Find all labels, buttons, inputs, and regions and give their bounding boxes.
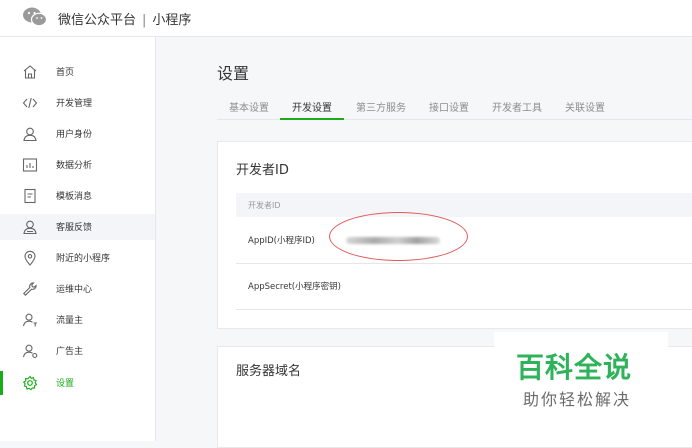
sidebar-item-dev-management[interactable]: 开发管理 [0, 90, 155, 116]
sidebar-item-label: 首页 [56, 68, 75, 78]
sidebar-item-settings[interactable]: 设置 [0, 370, 155, 396]
sidebar-item-label: 广告主 [56, 347, 84, 357]
sidebar-item-advertiser[interactable]: 广告主 [0, 338, 155, 364]
card-title: 服务器域名 [236, 364, 302, 379]
sidebar-item-label: 设置 [56, 379, 75, 389]
sidebar-item-label: 运维中心 [56, 285, 93, 295]
brand-name: 微信公众平台 [58, 13, 137, 28]
sidebar-item-ops-center[interactable]: 运维中心 [0, 276, 155, 302]
watermark-sub-text: 助你轻松解决 [523, 390, 632, 409]
tab-basic-settings[interactable]: 基本设置 [229, 99, 269, 114]
watermark: 百科全说 助你轻松解决 [494, 332, 668, 422]
sidebar-item-home[interactable]: 首页 [0, 59, 155, 85]
sidebar-item-label: 用户身份 [56, 130, 93, 140]
sidebar-item-label: 附近的小程序 [56, 254, 111, 264]
tab-interface-settings[interactable]: 接口设置 [429, 99, 469, 114]
customer-service-icon [23, 220, 37, 235]
product-name: 小程序 [152, 13, 192, 28]
appsecret-label: AppSecret(小程序密钥) [248, 282, 341, 292]
sidebar-item-traffic-owner[interactable]: 流量主 [0, 307, 155, 333]
table-row-appsecret: AppSecret(小程序密钥) [236, 263, 692, 310]
sidebar-item-data-analysis[interactable]: 数据分析 [0, 152, 155, 178]
code-icon [22, 97, 38, 109]
active-tab-indicator [280, 118, 344, 120]
sidebar-item-template-message[interactable]: 模板消息 [0, 183, 155, 209]
settings-tabs: 基本设置 开发设置 第三方服务 接口设置 开发者工具 关联设置 [217, 95, 692, 120]
sidebar-item-nearby-miniprogram[interactable]: 附近的小程序 [0, 245, 155, 271]
brand-separator: | [142, 13, 147, 28]
location-icon [24, 250, 36, 266]
sidebar: 首页 开发管理 用户身份 数据分析 模板消息 客服反馈 附近的小程序 运维中心 … [0, 37, 156, 441]
advertiser-icon [22, 344, 38, 359]
tab-developer-tools[interactable]: 开发者工具 [492, 99, 542, 114]
sidebar-item-label: 数据分析 [56, 161, 93, 171]
gear-icon [22, 375, 38, 391]
document-icon [24, 188, 36, 204]
card-title: 开发者ID [236, 163, 289, 178]
sidebar-item-customer-feedback[interactable]: 客服反馈 [0, 214, 155, 240]
tab-related-settings[interactable]: 关联设置 [565, 99, 605, 114]
top-bar: 微信公众平台 | 小程序 [0, 0, 692, 37]
user-icon [23, 127, 37, 142]
annotation-circle [329, 212, 468, 261]
chart-icon [22, 158, 38, 172]
brand-title[interactable]: 微信公众平台 | 小程序 [58, 9, 191, 28]
home-icon [23, 65, 37, 79]
wechat-logo-icon [23, 7, 48, 27]
sidebar-item-label: 客服反馈 [56, 223, 93, 233]
sidebar-item-user-identity[interactable]: 用户身份 [0, 121, 155, 147]
sidebar-item-label: 流量主 [56, 316, 84, 326]
traffic-user-icon [22, 313, 37, 327]
sidebar-item-label: 模板消息 [56, 192, 93, 202]
tab-third-party-services[interactable]: 第三方服务 [356, 99, 406, 114]
sidebar-item-label: 开发管理 [56, 99, 93, 109]
watermark-main-text: 百科全说 [516, 351, 633, 384]
wrench-icon [23, 282, 37, 296]
table-header-label: 开发者ID [248, 201, 281, 210]
appid-label: AppID(小程序ID) [248, 236, 315, 246]
table-header: 开发者ID [236, 193, 692, 217]
page-title: 设置 [217, 64, 250, 83]
tab-dev-settings[interactable]: 开发设置 [292, 99, 332, 114]
